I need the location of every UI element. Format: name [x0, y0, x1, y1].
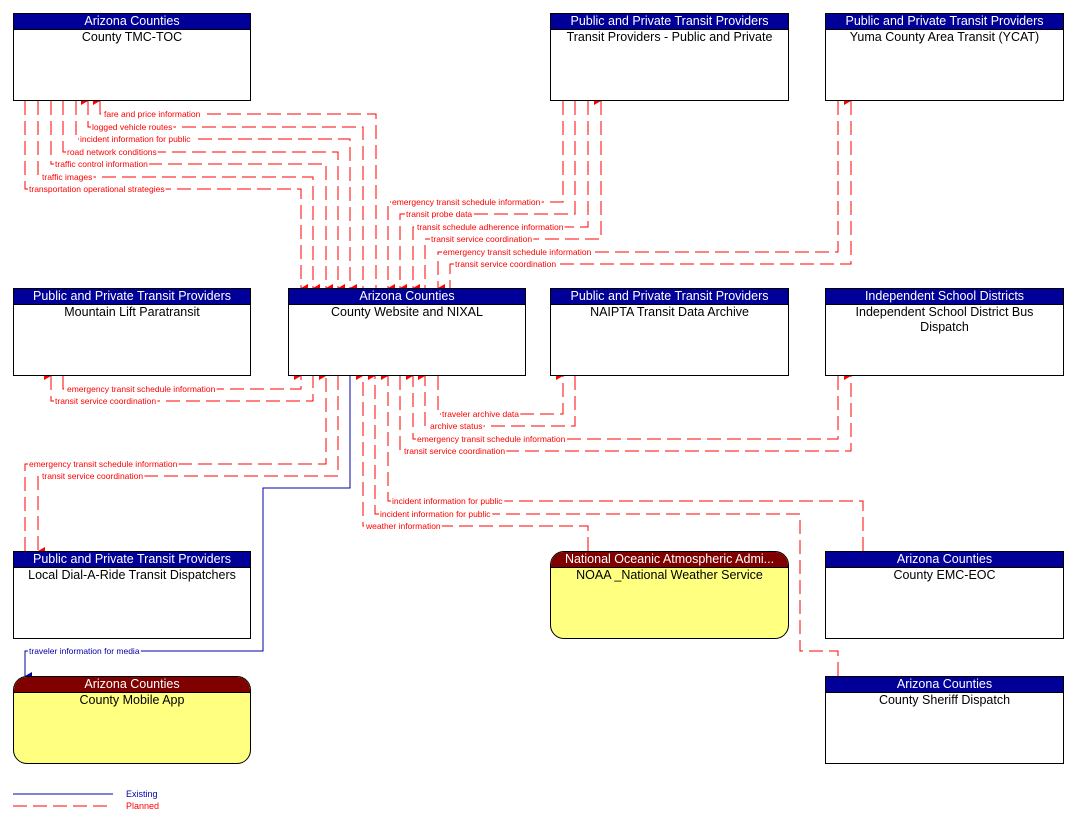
node-group-label: Arizona Counties [289, 289, 525, 305]
flow-label: transportation operational strategies [29, 184, 165, 194]
node-ycat[interactable]: Public and Private Transit Providers Yum… [825, 13, 1064, 101]
node-dial-a-ride[interactable]: Public and Private Transit Providers Loc… [13, 551, 251, 639]
node-name-label: Transit Providers - Public and Private [566, 30, 773, 44]
flow-label: transit schedule adherence information [417, 222, 564, 232]
node-name-label: County Mobile App [79, 693, 185, 707]
flow-label: emergency transit schedule information [29, 459, 178, 469]
node-county-mobile-app[interactable]: Arizona Counties County Mobile App [13, 676, 251, 764]
flow-label: traveler information for media [29, 646, 140, 656]
node-group-label: Public and Private Transit Providers [826, 14, 1063, 30]
node-name-label: County TMC-TOC [81, 30, 183, 44]
node-county-tmc-toc[interactable]: Arizona Counties County TMC-TOC [13, 13, 251, 101]
flow-label: emergency transit schedule information [67, 384, 216, 394]
flow-line[interactable] [381, 372, 864, 551]
node-group-label: Arizona Counties [826, 552, 1063, 568]
flow-label: archive status [430, 421, 482, 431]
flow-label: fare and price information [104, 109, 201, 119]
node-name-label: County EMC-EOC [893, 568, 996, 582]
legend-lines [13, 793, 113, 807]
flow-label: transit service coordination [455, 259, 556, 269]
node-group-label: Independent School Districts [826, 289, 1063, 305]
flow-line[interactable] [37, 101, 320, 292]
node-group-label: Public and Private Transit Providers [14, 289, 250, 305]
node-county-emc-eoc[interactable]: Arizona Counties County EMC-EOC [825, 551, 1064, 639]
flow-label: emergency transit schedule information [443, 247, 592, 257]
flow-label: emergency transit schedule information [417, 434, 566, 444]
node-naipta-archive[interactable]: Public and Private Transit Providers NAI… [550, 288, 789, 376]
node-group-label: Arizona Counties [826, 677, 1063, 693]
flow-label: transit probe data [406, 209, 472, 219]
flow-label: traveler archive data [442, 409, 519, 419]
node-mountain-lift[interactable]: Public and Private Transit Providers Mou… [13, 288, 251, 376]
legend-planned-label: Planned [126, 801, 160, 811]
flow-label: incident information for public [380, 509, 491, 519]
flow-label: transit service coordination [42, 471, 143, 481]
node-name-label: Mountain Lift Paratransit [64, 305, 200, 319]
flow-label: road network conditions [67, 147, 157, 157]
node-name-label: County Website and NIXAL [331, 305, 483, 319]
node-county-website[interactable]: Arizona Counties County Website and NIXA… [288, 288, 526, 376]
node-name-label: Yuma County Area Transit (YCAT) [849, 30, 1040, 44]
flow-label: emergency transit schedule information [392, 197, 541, 207]
node-group-label: Arizona Counties [14, 14, 250, 30]
node-group-label: Arizona Counties [14, 677, 250, 693]
flow-label: logged vehicle routes [92, 122, 172, 132]
legend-existing-label: Existing [126, 789, 158, 799]
flow-label: incident information for public [392, 496, 503, 506]
node-name-label: NOAA _National Weather Service [576, 568, 763, 582]
flow-label: transit service coordination [404, 446, 505, 456]
flow-label: traffic control information [55, 159, 148, 169]
flow-label: transit service coordination [55, 396, 156, 406]
node-name-label: Local Dial-A-Ride Transit Dispatchers [28, 568, 236, 582]
node-group-label: Public and Private Transit Providers [551, 14, 788, 30]
flow-label: weather information [365, 521, 441, 531]
node-group-label: Public and Private Transit Providers [14, 552, 250, 568]
node-group-label: National Oceanic Atmospheric Admi... [551, 552, 788, 568]
node-name-label: County Sheriff Dispatch [878, 693, 1011, 707]
node-school-bus-dispatch[interactable]: Independent School Districts Independent… [825, 288, 1064, 376]
flow-label: transit service coordination [431, 234, 532, 244]
node-county-sheriff[interactable]: Arizona Counties County Sheriff Dispatch [825, 676, 1064, 764]
node-name-label: NAIPTA Transit Data Archive [590, 305, 749, 319]
node-transit-providers[interactable]: Public and Private Transit Providers Tra… [550, 13, 789, 101]
node-name-label: Independent School District Bus Dispatch [855, 305, 1034, 334]
node-noaa[interactable]: National Oceanic Atmospheric Admi... NOA… [550, 551, 789, 639]
node-group-label: Public and Private Transit Providers [551, 289, 788, 305]
flow-label: traffic images [42, 172, 92, 182]
flow-label: incident information for public [80, 134, 191, 144]
